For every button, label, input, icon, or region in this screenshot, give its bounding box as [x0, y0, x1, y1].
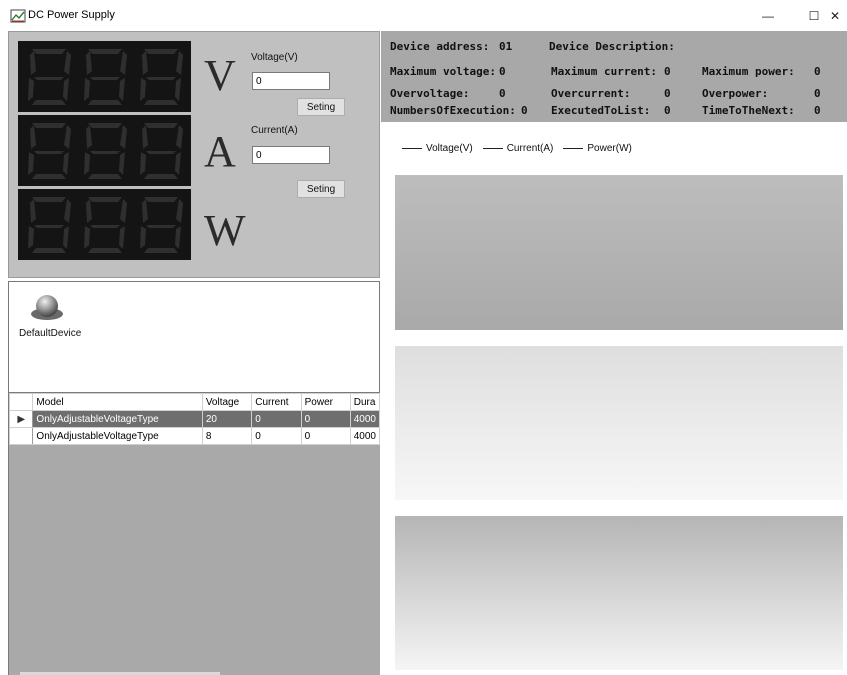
- table-row[interactable]: ▶ OnlyAdjustableVoltageType 20 0 0 4000: [9, 410, 380, 428]
- executions-label: NumbersOfExecution:: [390, 104, 516, 117]
- max-power-value: 0: [814, 65, 821, 78]
- device-address-value: 01: [499, 40, 513, 53]
- legend-line-icon: [402, 147, 422, 150]
- cell-duration[interactable]: 4000: [349, 427, 380, 445]
- window-title: DC Power Supply: [28, 9, 115, 21]
- overvoltage-label: Overvoltage:: [390, 87, 470, 100]
- power-display: [18, 189, 191, 260]
- max-power-label: Maximum power:: [702, 65, 795, 78]
- current-input[interactable]: [252, 146, 330, 164]
- legend-voltage: Voltage(V): [402, 143, 473, 154]
- max-current-value: 0: [664, 65, 671, 78]
- device-icon[interactable]: [29, 292, 65, 322]
- dc-power-supply-window: DC Power Supply — ☐ ✕ V A W Voltage(V) 0…: [0, 0, 847, 675]
- overcurrent-label: Overcurrent:: [551, 87, 631, 100]
- current-set-button[interactable]: Seting: [297, 180, 345, 198]
- segment-digit: [84, 49, 127, 105]
- table-row[interactable]: OnlyAdjustableVoltageType 8 0 0 4000: [9, 427, 380, 445]
- column-header-duration[interactable]: Dura: [349, 393, 380, 411]
- column-header-voltage[interactable]: Voltage: [201, 393, 253, 411]
- voltage-set-button[interactable]: Seting: [297, 98, 345, 116]
- row-selector[interactable]: [9, 427, 34, 445]
- legend-power: Power(W): [563, 143, 632, 154]
- display-panel: V A W Voltage(V) Seting Current(A) Setin…: [8, 31, 380, 278]
- segment-digit: [84, 123, 127, 179]
- current-plot[interactable]: [395, 346, 843, 500]
- cell-power[interactable]: 0: [300, 427, 351, 445]
- voltage-label: Voltage(V): [251, 52, 298, 63]
- current-display: [18, 115, 191, 186]
- legend-line-icon: [563, 147, 584, 150]
- legend-line-icon: [482, 147, 503, 150]
- segment-digit: [140, 49, 183, 105]
- column-header-model[interactable]: Model: [32, 393, 203, 411]
- max-voltage-value: 0: [499, 65, 506, 78]
- app-icon: [10, 9, 26, 23]
- executed-to-list-value: 0: [664, 104, 671, 117]
- voltage-plot[interactable]: [395, 175, 843, 330]
- segment-digit: [84, 197, 127, 253]
- time-to-next-label: TimeToTheNext:: [702, 104, 795, 117]
- executions-value: 0: [521, 104, 528, 117]
- segment-digit: [28, 197, 71, 253]
- legend-current: Current(A): [482, 143, 554, 154]
- max-current-label: Maximum current:: [551, 65, 657, 78]
- device-address-label: Device address:: [390, 40, 490, 53]
- cell-voltage[interactable]: 8: [201, 427, 253, 445]
- legend-current-label: Current(A): [506, 143, 554, 154]
- voltage-input[interactable]: [252, 72, 330, 90]
- segment-digit: [28, 123, 71, 179]
- legend-voltage-label: Voltage(V): [426, 143, 473, 154]
- device-info-panel: Device address: 01 Device Description: M…: [381, 31, 847, 122]
- overcurrent-value: 0: [664, 87, 671, 100]
- time-to-next-value: 0: [814, 104, 821, 117]
- voltage-unit: V: [204, 51, 236, 100]
- segment-digit: [28, 49, 71, 105]
- table-header-row: Model Voltage Current Power Dura: [9, 393, 380, 411]
- power-plot[interactable]: [395, 516, 843, 670]
- legend-power-label: Power(W): [587, 143, 632, 154]
- device-description-label: Device Description:: [549, 40, 675, 53]
- overvoltage-value: 0: [499, 87, 506, 100]
- column-header-power[interactable]: Power: [300, 393, 351, 411]
- executed-to-list-label: ExecutedToList:: [551, 104, 651, 117]
- cell-power[interactable]: 0: [300, 410, 351, 428]
- cell-voltage[interactable]: 20: [201, 410, 253, 428]
- voltage-display: [18, 41, 191, 112]
- cell-model[interactable]: OnlyAdjustableVoltageType: [32, 427, 203, 445]
- close-button[interactable]: ✕: [812, 0, 847, 31]
- segment-digit: [140, 123, 183, 179]
- current-unit: A: [204, 127, 236, 176]
- overpower-label: Overpower:: [702, 87, 769, 100]
- minimize-button[interactable]: —: [745, 0, 791, 31]
- title-bar: DC Power Supply — ☐ ✕: [0, 0, 847, 31]
- overpower-value: 0: [814, 87, 821, 100]
- cell-current[interactable]: 0: [251, 427, 302, 445]
- cell-current[interactable]: 0: [251, 410, 302, 428]
- max-voltage-label: Maximum voltage:: [390, 65, 496, 78]
- program-grid: Model Voltage Current Power Dura ▶ OnlyA…: [8, 393, 380, 675]
- device-name[interactable]: DefaultDevice: [19, 328, 81, 339]
- row-header-corner: [9, 393, 34, 411]
- segment-digit: [140, 197, 183, 253]
- power-unit: W: [204, 206, 246, 255]
- chart-legend: Voltage(V) Current(A) Power(W): [394, 138, 639, 159]
- device-panel: DefaultDevice: [8, 281, 380, 393]
- program-table: Model Voltage Current Power Dura ▶ OnlyA…: [9, 393, 380, 445]
- column-header-current[interactable]: Current: [251, 393, 302, 411]
- cell-model[interactable]: OnlyAdjustableVoltageType: [32, 410, 203, 428]
- cell-duration[interactable]: 4000: [349, 410, 380, 428]
- current-label: Current(A): [251, 125, 298, 136]
- row-selector-icon[interactable]: ▶: [9, 410, 34, 428]
